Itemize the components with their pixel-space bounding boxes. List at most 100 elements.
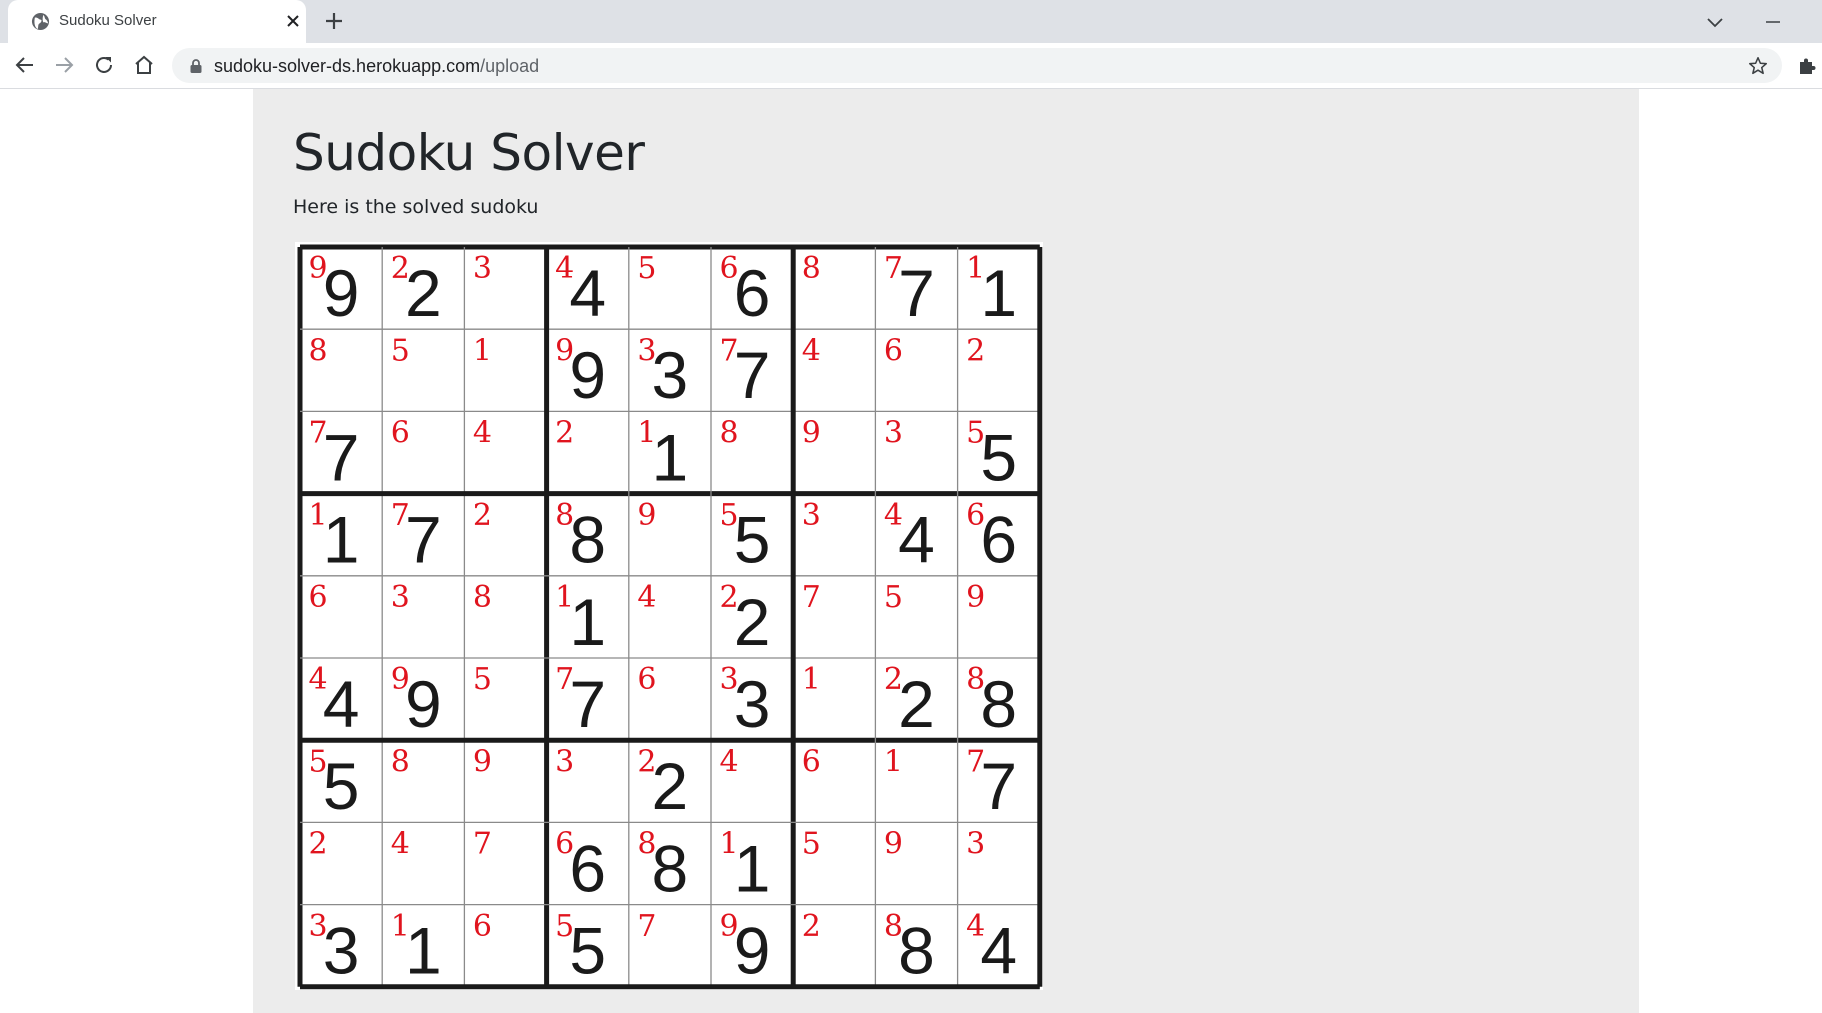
- solved-digit: 9: [802, 416, 821, 451]
- solved-digit: 9: [473, 744, 492, 779]
- solved-digit: 3: [802, 498, 821, 533]
- given-digit: 2: [734, 585, 771, 659]
- solved-sudoku-image: 9922344566877118519933774627764211893551…: [295, 242, 1043, 990]
- globe-icon: [31, 12, 50, 31]
- given-digit: 1: [980, 256, 1017, 330]
- forward-arrow-icon[interactable]: [52, 53, 76, 77]
- close-icon[interactable]: [285, 13, 301, 29]
- solved-digit: 4: [309, 662, 328, 697]
- solved-digit: 7: [391, 498, 410, 533]
- solved-digit: 3: [966, 827, 985, 862]
- url-host: sudoku-solver-ds.herokuapp.com: [214, 56, 481, 76]
- back-arrow-icon[interactable]: [13, 53, 37, 77]
- solved-digit: 1: [802, 662, 821, 697]
- solved-digit: 3: [309, 909, 328, 944]
- solved-digit: 2: [555, 416, 574, 451]
- given-digit: 7: [898, 256, 935, 330]
- given-digit: 7: [734, 338, 771, 412]
- extensions-puzzle-icon[interactable]: [1797, 56, 1817, 76]
- solved-digit: 6: [802, 744, 821, 779]
- given-digit: 2: [652, 749, 689, 823]
- given-digit: 7: [980, 749, 1017, 823]
- given-digit: 2: [898, 667, 935, 741]
- solved-digit: 1: [473, 333, 492, 368]
- solved-digit: 9: [720, 909, 739, 944]
- solved-digit: 6: [637, 662, 656, 697]
- solved-digit: 4: [720, 744, 739, 779]
- given-digit: 9: [405, 667, 442, 741]
- given-digit: 5: [323, 749, 360, 823]
- minimize-icon[interactable]: [1764, 13, 1782, 31]
- new-tab-icon[interactable]: [324, 11, 344, 31]
- solved-digit: 9: [966, 580, 985, 615]
- solved-digit: 1: [391, 909, 410, 944]
- page-viewport: Sudoku Solver Here is the solved sudoku …: [0, 89, 1822, 1013]
- solved-digit: 2: [720, 580, 739, 615]
- solved-digit: 2: [802, 909, 821, 944]
- solved-digit: 5: [637, 251, 656, 286]
- given-digit: 1: [569, 585, 606, 659]
- solved-digit: 3: [884, 416, 903, 451]
- given-digit: 8: [652, 831, 689, 905]
- solved-digit: 6: [391, 416, 410, 451]
- chevron-down-icon[interactable]: [1706, 13, 1724, 31]
- page-title: Sudoku Solver: [293, 124, 645, 182]
- given-digit: 4: [569, 256, 606, 330]
- solved-digit: 1: [637, 416, 656, 451]
- solved-digit: 8: [720, 416, 739, 451]
- solved-digit: 8: [555, 498, 574, 533]
- solved-digit: 4: [473, 416, 492, 451]
- given-digit: 7: [405, 503, 442, 577]
- solved-digit: 7: [555, 662, 574, 697]
- given-digit: 1: [323, 503, 360, 577]
- given-digit: 9: [734, 914, 771, 988]
- given-digit: 4: [898, 503, 935, 577]
- solved-digit: 6: [884, 333, 903, 368]
- given-digit: 9: [569, 338, 606, 412]
- solved-digit: 6: [309, 580, 328, 615]
- given-digit: 6: [569, 831, 606, 905]
- solved-digit: 6: [555, 827, 574, 862]
- browser-tab[interactable]: Sudoku Solver: [8, 0, 306, 43]
- given-digit: 1: [652, 420, 689, 494]
- tab-title: Sudoku Solver: [59, 12, 157, 29]
- solved-digit: 4: [884, 498, 903, 533]
- browser-tab-strip: Sudoku Solver: [0, 0, 1822, 43]
- given-digit: 8: [898, 914, 935, 988]
- solved-digit: 2: [391, 251, 410, 286]
- solved-digit: 8: [473, 580, 492, 615]
- url-text[interactable]: sudoku-solver-ds.herokuapp.com/upload: [214, 56, 539, 77]
- solved-digit: 2: [309, 827, 328, 862]
- solved-digit: 1: [555, 580, 574, 615]
- solved-digit: 4: [637, 580, 656, 615]
- solved-digit: 3: [473, 251, 492, 286]
- url-path: /upload: [480, 56, 540, 76]
- solved-digit: 3: [555, 744, 574, 779]
- solved-digit: 8: [802, 251, 821, 286]
- solved-digit: 5: [966, 416, 985, 451]
- solved-digit: 4: [966, 909, 985, 944]
- bookmark-star-icon[interactable]: [1747, 55, 1769, 77]
- solved-digit: 4: [802, 333, 821, 368]
- solved-digit: 6: [720, 251, 739, 286]
- given-digit: 6: [980, 503, 1017, 577]
- lock-icon[interactable]: [189, 58, 203, 74]
- home-icon[interactable]: [132, 53, 156, 77]
- solved-digit: 9: [884, 827, 903, 862]
- solved-digit: 8: [309, 333, 328, 368]
- given-digit: 3: [323, 914, 360, 988]
- solved-digit: 4: [555, 251, 574, 286]
- solved-digit: 2: [473, 498, 492, 533]
- address-bar[interactable]: sudoku-solver-ds.herokuapp.com/upload: [172, 48, 1782, 83]
- solved-digit: 2: [966, 333, 985, 368]
- solved-digit: 1: [720, 827, 739, 862]
- given-digit: 1: [734, 831, 771, 905]
- solved-digit: 7: [884, 251, 903, 286]
- solved-digit: 2: [884, 662, 903, 697]
- solved-digit: 9: [309, 251, 328, 286]
- given-digit: 2: [405, 256, 442, 330]
- reload-icon[interactable]: [92, 53, 116, 77]
- solved-digit: 3: [720, 662, 739, 697]
- solved-digit: 5: [884, 580, 903, 615]
- solved-digit: 5: [802, 827, 821, 862]
